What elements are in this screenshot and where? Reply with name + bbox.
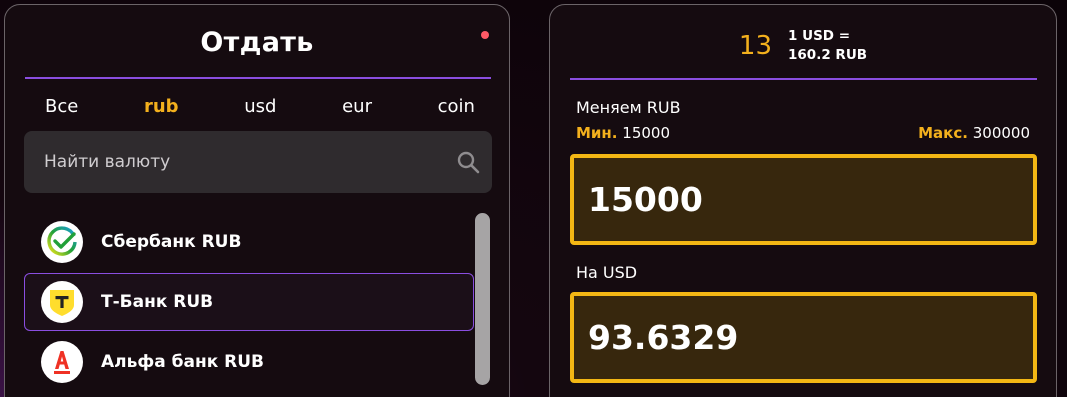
notification-dot	[481, 31, 489, 39]
list-item-alfabank[interactable]: Альфа банк RUB	[24, 333, 474, 391]
search-icon[interactable]	[456, 150, 480, 174]
rate-line-2: 160.2 RUB	[788, 47, 868, 63]
divider	[570, 78, 1037, 80]
give-currency-label: Меняем RUB	[576, 98, 681, 117]
tab-rub[interactable]: rub	[144, 96, 179, 117]
give-amount-box	[570, 154, 1037, 245]
list-item-tbank[interactable]: Т-Банк RUB	[24, 273, 474, 331]
receive-amount-box	[570, 292, 1037, 383]
rate-row: 13 1 USD = 160.2 RUB	[550, 27, 1056, 65]
min-value: 15000	[622, 124, 670, 142]
rate-line-1: 1 USD =	[788, 28, 851, 44]
tab-usd[interactable]: usd	[244, 96, 276, 117]
exchange-panel: 13 1 USD = 160.2 RUB Меняем RUB Мин. 150…	[549, 4, 1057, 397]
rate-timer: 13	[738, 31, 773, 61]
tab-eur[interactable]: eur	[342, 96, 372, 117]
receive-currency-label: На USD	[576, 263, 638, 282]
currency-list: Сбербанк RUB Т-Банк RUB Альфа банк RUB	[24, 213, 474, 393]
give-amount-input[interactable]	[574, 158, 1033, 241]
currency-tabs: Все rub usd eur coin	[45, 93, 475, 119]
max-label: Макс.	[918, 124, 968, 142]
give-panel: Отдать Все rub usd eur coin Найти валюту…	[4, 4, 510, 397]
min-limit: Мин. 15000	[576, 124, 670, 142]
exchange-rate: 1 USD = 160.2 RUB	[788, 27, 867, 65]
tbank-icon	[41, 281, 83, 323]
panel-title: Отдать	[200, 27, 314, 58]
tab-coin[interactable]: coin	[438, 96, 475, 117]
list-item-label: Т-Банк RUB	[101, 292, 214, 312]
tab-all[interactable]: Все	[45, 96, 78, 117]
max-value: 300000	[972, 124, 1030, 142]
alfabank-icon	[41, 341, 83, 383]
search-input[interactable]	[24, 131, 444, 193]
max-limit: Макс. 300000	[918, 124, 1030, 142]
search-box	[24, 131, 492, 193]
receive-amount-input[interactable]	[574, 296, 1033, 379]
limits-row: Мин. 15000 Макс. 300000	[576, 124, 1030, 142]
list-item-label: Сбербанк RUB	[101, 232, 242, 252]
sberbank-icon	[41, 221, 83, 263]
scrollbar[interactable]	[475, 213, 490, 397]
list-item-sberbank[interactable]: Сбербанк RUB	[24, 213, 474, 271]
divider	[25, 77, 491, 79]
scrollbar-thumb[interactable]	[475, 213, 490, 385]
list-item-label: Альфа банк RUB	[101, 352, 265, 372]
min-label: Мин.	[576, 124, 618, 142]
